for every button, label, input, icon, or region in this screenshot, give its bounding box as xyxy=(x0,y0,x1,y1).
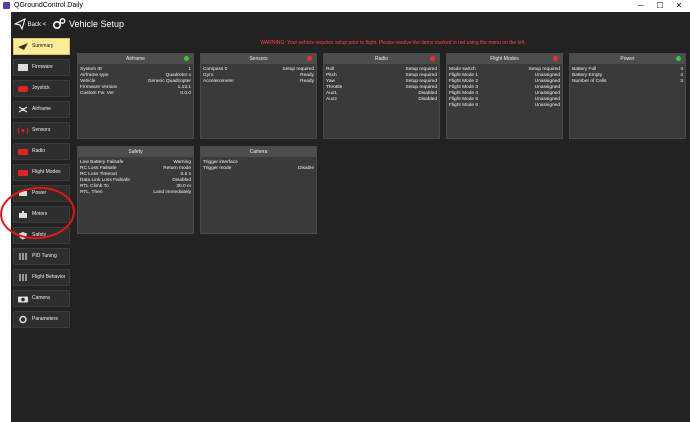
joystick-icon xyxy=(18,86,28,92)
sidebar-item-firmware[interactable]: Firmware xyxy=(13,59,70,76)
summary-row: Number of Cells 3 xyxy=(572,79,683,84)
card-title: Safety xyxy=(128,149,143,155)
card-header: Sensors xyxy=(201,54,316,64)
flight-modes-icon xyxy=(18,170,28,176)
flight-behavior-icon xyxy=(19,274,27,281)
status-ok-indicator xyxy=(184,56,189,61)
card-title: Airframe xyxy=(126,56,145,62)
sidebar-item-radio[interactable]: Radio xyxy=(13,143,70,160)
paper-plane-icon xyxy=(18,43,28,50)
sidebar-item-label: Camera xyxy=(32,295,50,301)
gears-icon xyxy=(52,18,66,30)
sidebar-item-flight-modes[interactable]: Flight Modes xyxy=(13,164,70,181)
sidebar-item-label: Joystick xyxy=(32,85,50,91)
window-titlebar: QGroundControl Daily ─ ☐ ✕ xyxy=(0,0,690,12)
camera-icon xyxy=(18,296,28,303)
pid-tuning-icon xyxy=(19,253,27,260)
sidebar-item-label: Flight Modes xyxy=(32,169,61,175)
back-chevron: < xyxy=(42,22,47,28)
page-title: Vehicle Setup xyxy=(69,19,125,29)
status-ok-indicator xyxy=(676,56,681,61)
sidebar-item-camera[interactable]: Camera xyxy=(13,290,70,307)
summary-row: Flight Mode 6 Unassigned xyxy=(449,103,560,108)
minimize-button[interactable]: ─ xyxy=(634,0,648,12)
card-header: Flight Modes xyxy=(447,54,562,64)
sidebar-item-label: Firmware xyxy=(32,64,53,70)
summary-row: Aux2 Disabled xyxy=(326,97,437,102)
radio-summary-card[interactable]: Radio Roll Setup required Pitch Setup requ… xyxy=(323,53,440,139)
card-header: Safety xyxy=(78,147,193,157)
app-window: Back < Vehicle Setup Summary Firmware Jo… xyxy=(11,12,690,422)
card-title: Power xyxy=(620,56,635,62)
paper-plane-icon xyxy=(14,18,26,31)
radio-icon xyxy=(18,149,28,155)
sidebar-item-sensors[interactable]: Sensors xyxy=(13,122,70,139)
sidebar-item-summary[interactable]: Summary xyxy=(13,38,70,55)
maximize-button[interactable]: ☐ xyxy=(653,0,667,12)
airframe-icon xyxy=(18,106,28,113)
sidebar-item-label: Parameters xyxy=(32,316,58,322)
card-header: Camera xyxy=(201,147,316,157)
sidebar-item-flight-behavior[interactable]: Flight Behavior xyxy=(13,269,70,286)
summary-row: Trigger mode Disable xyxy=(203,166,314,171)
close-button[interactable]: ✕ xyxy=(672,0,686,12)
sidebar-item-parameters[interactable]: Parameters xyxy=(13,311,70,328)
airframe-summary-card[interactable]: Airframe System ID 1 Airframe type Quadrot… xyxy=(77,53,194,139)
status-error-indicator xyxy=(553,56,558,61)
sidebar-item-label: Sensors xyxy=(32,127,51,133)
summary-row: Accelerometer Ready xyxy=(203,79,314,84)
summary-row: RTL, Then Land immediately xyxy=(80,190,191,195)
card-title: Camera xyxy=(249,149,268,155)
sensors-icon xyxy=(17,127,29,134)
sidebar-item-airframe[interactable]: Airframe xyxy=(13,101,70,118)
window-title: QGroundControl Daily xyxy=(14,2,83,9)
toolbar: Back < Vehicle Setup xyxy=(11,12,690,38)
firmware-chip-icon xyxy=(18,64,28,71)
sidebar-item-label: Flight Behavior xyxy=(32,274,66,280)
power-summary-card[interactable]: Power Battery Full 4 Battery Empty 4 Numbe… xyxy=(569,53,686,139)
sidebar-item-pid-tuning[interactable]: PID Tuning xyxy=(13,248,70,265)
setup-warning-message: WARNING: Your vehicle requires setup pri… xyxy=(260,40,526,46)
parameters-icon xyxy=(19,315,27,324)
sensors-summary-card[interactable]: Sensors Compass 0 Setup required Gyro Read… xyxy=(200,53,317,139)
card-title: Sensors xyxy=(249,56,268,62)
sidebar-item-label: Summary xyxy=(32,43,54,49)
status-error-indicator xyxy=(307,56,312,61)
sidebar-item-label: PID Tuning xyxy=(32,253,57,259)
card-title: Flight Modes xyxy=(490,56,519,62)
sidebar-item-joystick[interactable]: Joystick xyxy=(13,80,70,97)
app-logo-icon xyxy=(3,2,10,9)
card-title: Radio xyxy=(374,56,389,62)
summary-row: Custom Fw. Ver. 0.0.0 xyxy=(80,91,191,96)
sidebar-item-label: Radio xyxy=(32,148,46,154)
card-header: Radio xyxy=(324,54,439,64)
camera-summary-card[interactable]: Camera Trigger interface Trigger mode Dis… xyxy=(200,146,317,234)
back-label: Back xyxy=(27,22,42,28)
safety-summary-card[interactable]: Safety Low Battery Failsafe Warning RC Lo… xyxy=(77,146,194,234)
card-header: Power xyxy=(570,54,685,64)
status-error-indicator xyxy=(430,56,435,61)
card-header: Airframe xyxy=(78,54,193,64)
sidebar-item-label: Airframe xyxy=(32,106,51,112)
back-button[interactable]: Back < xyxy=(14,17,46,33)
flight-modes-summary-card[interactable]: Flight Modes Mode switch Setup required F… xyxy=(446,53,563,139)
